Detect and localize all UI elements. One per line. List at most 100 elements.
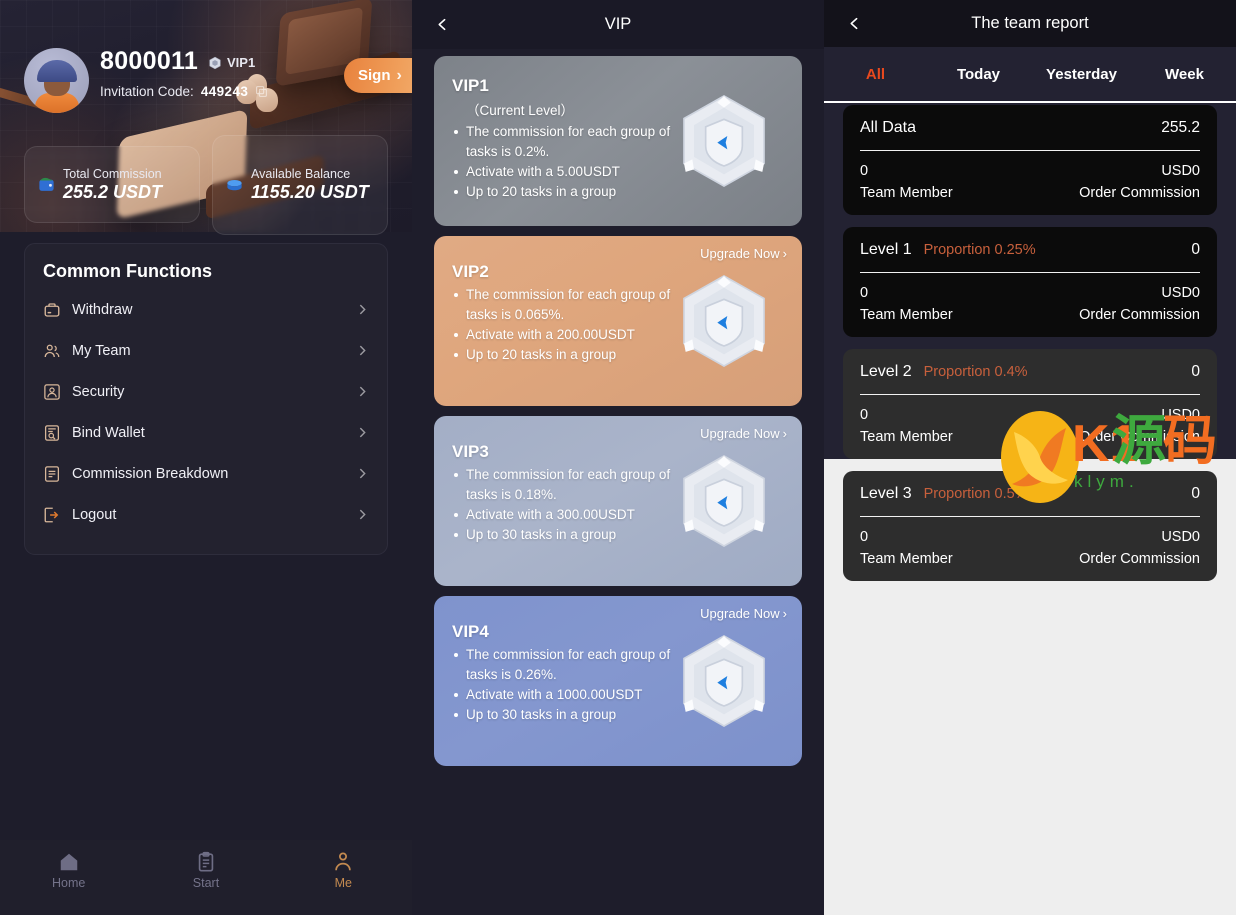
team-report-card-list: All Data 255.2 0 Team Member USD0 Order … — [824, 105, 1236, 593]
report-card-member-caption: Team Member — [860, 185, 953, 201]
team-tab-yesterday[interactable]: Yesterday — [1030, 66, 1133, 83]
bottom-nav-start[interactable]: Start — [137, 851, 274, 890]
report-card-member-col: 0 Team Member — [860, 285, 953, 323]
vip-card-3[interactable]: Upgrade Now › VIP3 The commission for ea… — [434, 416, 802, 586]
menu-item-commission-breakdown[interactable]: Commission Breakdown — [43, 453, 369, 494]
report-card-metrics: 0 Team Member USD0 Order Commission — [860, 151, 1200, 201]
total-commission-label: Total Commission — [63, 166, 162, 181]
vip-card-4[interactable]: Upgrade Now › VIP4 The commission for ea… — [434, 596, 802, 766]
report-card-member-count: 0 — [860, 407, 869, 423]
report-card-title: Level 1 — [860, 241, 912, 258]
vip-card-3-bullet-2: Up to 30 tasks in a group — [452, 525, 682, 545]
report-card-title: Level 3 — [860, 485, 912, 502]
report-card-commission-caption: Order Commission — [1079, 551, 1200, 567]
team-tab-week[interactable]: Week — [1133, 66, 1236, 83]
report-card-proportion: Proportion 0.5% — [923, 486, 1028, 502]
copy-icon[interactable] — [255, 85, 268, 98]
vip-shield-icon — [683, 455, 765, 547]
vip-card-3-upgrade-button[interactable]: Upgrade Now › — [700, 426, 787, 441]
report-card-member-col: 0 Team Member — [860, 529, 953, 567]
avatar-helmet — [37, 60, 77, 82]
report-card-member-col: 0 Team Member — [860, 407, 953, 445]
menu-label-bind-wallet: Bind Wallet — [72, 424, 145, 441]
bottom-nav-start-label: Start — [192, 876, 220, 890]
report-card-member-caption: Team Member — [860, 551, 953, 567]
invitation-code-row: Invitation Code: 449243 — [100, 84, 268, 99]
chevron-left-icon[interactable] — [436, 18, 449, 31]
chevron-right-icon: › — [396, 66, 402, 84]
available-balance-label: Available Balance — [251, 167, 351, 182]
home-icon — [60, 853, 77, 871]
report-card-member-count: 0 — [860, 285, 869, 301]
vip-card-2-bullet-0: The commission for each group of tasks i… — [452, 285, 682, 325]
bottom-nav-me[interactable]: Me — [275, 851, 412, 890]
menu-label-withdraw: Withdraw — [72, 301, 133, 318]
sign-button[interactable]: Sign › — [344, 58, 412, 93]
chevron-left-icon[interactable] — [848, 17, 861, 30]
chevron-right-icon — [359, 468, 366, 479]
menu-item-withdraw[interactable]: Withdraw — [43, 289, 369, 330]
menu-label-security: Security — [72, 383, 125, 400]
avatar-body — [35, 93, 79, 113]
vip-pane: VIP VIP1 （Current Level） The commission … — [412, 0, 824, 915]
vip-card-2[interactable]: Upgrade Now › VIP2 The commission for ea… — [434, 236, 802, 406]
user-id: 8000011 — [100, 47, 199, 75]
logout-icon — [44, 507, 59, 522]
report-card-top-value: 0 — [1191, 485, 1200, 502]
team-tab-today[interactable]: Today — [927, 66, 1030, 83]
vip-card-4-bullet-2: Up to 30 tasks in a group — [452, 705, 682, 725]
vip-card-1[interactable]: VIP1 （Current Level） The commission for … — [434, 56, 802, 226]
report-card-commission-value: USD0 — [1161, 407, 1200, 423]
vip-card-2-bullet-1: Activate with a 200.00USDT — [452, 325, 682, 345]
common-functions-card: Common Functions Withdraw My Team Securi… — [24, 243, 388, 555]
team-tab-all[interactable]: All — [824, 66, 927, 83]
bottom-nav-home[interactable]: Home — [0, 851, 137, 890]
team-report-card-level-1[interactable]: Level 1 Proportion 0.25% 0 0 Team Member… — [843, 227, 1217, 337]
wallet-icon — [39, 177, 54, 191]
avatar[interactable] — [24, 48, 89, 113]
report-card-title: All Data — [860, 119, 917, 136]
report-card-commission-value: USD0 — [1161, 529, 1200, 545]
invitation-code-label: Invitation Code: — [100, 84, 194, 99]
vip-card-3-bullet-1: Activate with a 300.00USDT — [452, 505, 682, 525]
menu-item-logout[interactable]: Logout — [43, 494, 369, 535]
vip-level-badge: VIP1 — [208, 55, 255, 70]
vip-header: VIP — [412, 0, 824, 49]
chevron-right-icon: › — [782, 246, 787, 261]
bind-wallet-icon — [44, 424, 60, 441]
person-icon — [335, 852, 352, 871]
bottom-nav-home-label: Home — [51, 876, 86, 890]
total-commission-card[interactable]: Total Commission 255.2 USDT — [24, 146, 200, 223]
vip-card-1-bullet-2: Up to 20 tasks in a group — [452, 182, 682, 202]
vip-card-4-upgrade-label: Upgrade Now — [700, 606, 780, 621]
bottom-nav-me-label: Me — [334, 876, 352, 890]
report-card-top-row: All Data 255.2 — [860, 119, 1200, 151]
vip-card-4-upgrade-button[interactable]: Upgrade Now › — [700, 606, 787, 621]
chevron-right-icon — [359, 304, 366, 315]
vip-shield-icon — [683, 95, 765, 187]
report-card-commission-caption: Order Commission — [1079, 185, 1200, 201]
profile-pane: 8000011 VIP1 Invitation Code: 449243 Sig… — [0, 0, 412, 915]
chevron-right-icon — [359, 427, 366, 438]
vip-badge-label: VIP1 — [227, 55, 256, 70]
clipboard-icon — [198, 851, 214, 872]
menu-item-my-team[interactable]: My Team — [43, 330, 369, 371]
report-card-proportion: Proportion 0.4% — [923, 364, 1028, 380]
team-report-tabs: All Today Yesterday Week — [824, 47, 1236, 103]
team-report-card-level-2[interactable]: Level 2 Proportion 0.4% 0 0 Team Member … — [843, 349, 1217, 459]
total-commission-value: 255.2 USDT — [63, 181, 163, 202]
team-report-card-all-data[interactable]: All Data 255.2 0 Team Member USD0 Order … — [843, 105, 1217, 215]
menu-item-security[interactable]: Security — [43, 371, 369, 412]
chevron-right-icon — [359, 345, 366, 356]
vip-card-2-upgrade-button[interactable]: Upgrade Now › — [700, 246, 787, 261]
menu-item-bind-wallet[interactable]: Bind Wallet — [43, 412, 369, 453]
commission-icon — [44, 465, 60, 482]
report-card-top-value: 255.2 — [1161, 119, 1200, 136]
chevron-right-icon — [359, 386, 366, 397]
report-card-member-col: 0 Team Member — [860, 163, 953, 201]
vip-shield-icon — [683, 275, 765, 367]
team-report-card-level-3[interactable]: Level 3 Proportion 0.5% 0 0 Team Member … — [843, 471, 1217, 581]
report-card-metrics: 0 Team Member USD0 Order Commission — [860, 273, 1200, 323]
report-card-metrics: 0 Team Member USD0 Order Commission — [860, 517, 1200, 567]
available-balance-card[interactable]: Available Balance 1155.20 USDT — [212, 135, 388, 235]
